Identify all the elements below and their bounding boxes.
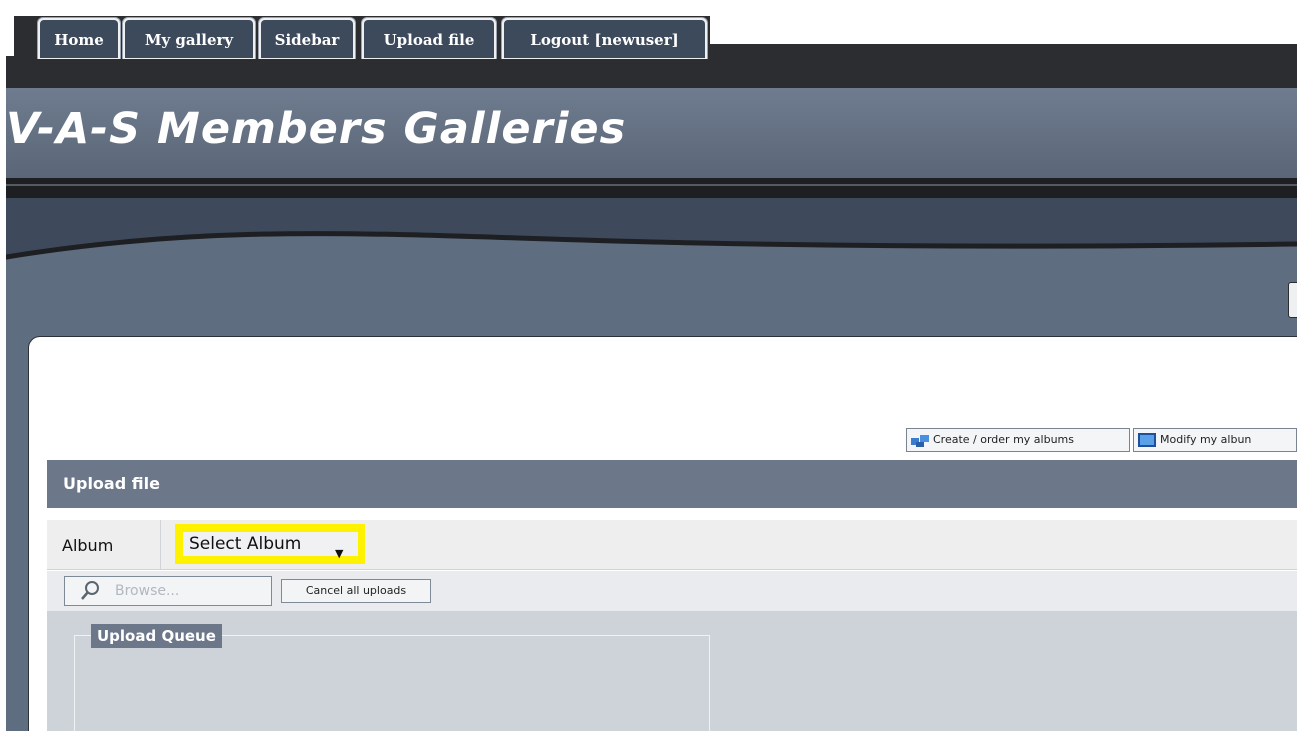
cancel-all-uploads-button[interactable]: Cancel all uploads [281, 579, 431, 603]
album-select-highlight[interactable]: Select Album ▼ [175, 524, 365, 564]
nav-logout-button[interactable]: Logout [newuser] [501, 17, 708, 59]
upload-queue-box [74, 635, 710, 731]
album-select-value: Select Album [189, 534, 302, 554]
album-row-divider [160, 520, 161, 570]
header-divider [0, 178, 1297, 200]
chevron-down-icon: ▼ [335, 547, 344, 560]
modify-albums-label: Modify my albun [1160, 433, 1252, 446]
nav-home-button[interactable]: Home [37, 17, 121, 59]
decorative-wave [0, 231, 1297, 278]
upload-queue-title: Upload Queue [91, 624, 222, 648]
modify-albums-button[interactable]: Modify my albun [1133, 428, 1297, 452]
album-label: Album [62, 536, 114, 555]
albums-icon [911, 435, 929, 447]
upload-section-header [47, 460, 1297, 508]
nav-sidebar-button[interactable]: Sidebar [258, 17, 356, 59]
modify-albums-icon [1138, 433, 1156, 447]
create-order-albums-button[interactable]: Create / order my albums [906, 428, 1130, 452]
nav-right-margin [710, 8, 1297, 44]
site-title: V-A-S Members Galleries [6, 104, 627, 154]
page: Home My gallery Sidebar Upload file Logo… [0, 0, 1297, 731]
nav-sidebar-label: Sidebar [261, 20, 353, 58]
header-divider-line [0, 184, 1297, 186]
magnifier-icon [81, 581, 99, 600]
top-margin [0, 0, 1297, 8]
nav-logout-label: Logout [newuser] [504, 20, 705, 58]
nav-upload-file-button[interactable]: Upload file [361, 17, 497, 59]
browse-label: Browse... [115, 583, 180, 599]
nav-my-gallery-label: My gallery [125, 20, 253, 58]
left-margin [0, 0, 6, 731]
upload-section-title: Upload file [63, 474, 160, 493]
nav-upload-file-label: Upload file [364, 20, 494, 58]
nav-home-label: Home [40, 20, 118, 58]
nav-my-gallery-button[interactable]: My gallery [122, 17, 256, 59]
nav-background [14, 8, 710, 16]
create-order-albums-label: Create / order my albums [933, 433, 1074, 446]
browse-button[interactable]: Browse... [64, 576, 272, 606]
partial-control-right-edge[interactable] [1288, 282, 1297, 318]
album-select[interactable]: Select Album ▼ [183, 532, 358, 560]
